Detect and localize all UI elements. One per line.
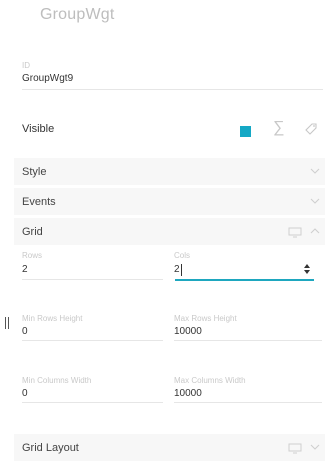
min-columns-width-label: Min Columns Width: [22, 376, 92, 385]
section-style-label: Style: [22, 166, 47, 178]
max-rows-height-underline: [174, 340, 322, 341]
monitor-icon[interactable]: [288, 443, 302, 454]
min-rows-height-label: Min Rows Height: [22, 314, 83, 323]
visible-label: Visible: [22, 123, 55, 135]
id-field-label: ID: [22, 61, 30, 70]
min-rows-height-field[interactable]: 0: [22, 326, 28, 337]
max-columns-width-underline: [174, 402, 322, 403]
property-panel: GroupWgt ID GroupWgt9 Visible ∑ Style Ev…: [14, 0, 325, 461]
rows-field[interactable]: 2: [22, 264, 28, 275]
section-grid-layout-label: Grid Layout: [22, 442, 79, 454]
section-grid-label: Grid: [22, 226, 43, 238]
max-rows-height-label: Max Rows Height: [174, 314, 237, 323]
cols-label: Cols: [174, 251, 191, 260]
visible-checkbox[interactable]: [240, 126, 251, 137]
section-events-label: Events: [22, 196, 56, 208]
min-rows-height-underline: [22, 340, 163, 341]
resize-handle-icon[interactable]: [5, 317, 9, 329]
cols-underline-active: [175, 279, 314, 281]
section-style[interactable]: Style: [14, 157, 325, 185]
chevron-up-icon[interactable]: [310, 227, 320, 235]
monitor-icon[interactable]: [288, 227, 302, 238]
sigma-icon[interactable]: ∑: [273, 120, 284, 136]
section-grid-layout[interactable]: Grid Layout: [14, 433, 325, 461]
section-grid[interactable]: Grid: [14, 217, 325, 245]
widget-title: GroupWgt: [40, 6, 115, 23]
rows-underline: [22, 279, 163, 280]
chevron-down-icon[interactable]: [310, 443, 320, 451]
max-columns-width-label: Max Columns Width: [174, 376, 246, 385]
tag-icon[interactable]: [304, 122, 318, 136]
number-spinner-icon[interactable]: [303, 263, 311, 275]
chevron-down-icon: [310, 168, 320, 174]
text-caret: [181, 264, 182, 276]
cols-field[interactable]: 2: [174, 264, 180, 275]
chevron-down-icon: [310, 198, 320, 204]
min-columns-width-field[interactable]: 0: [22, 388, 28, 399]
max-rows-height-field[interactable]: 10000: [174, 326, 202, 337]
id-field-underline: [22, 89, 323, 90]
section-events[interactable]: Events: [14, 187, 325, 215]
max-columns-width-field[interactable]: 10000: [174, 388, 202, 399]
id-field[interactable]: GroupWgt9: [22, 73, 73, 84]
rows-label: Rows: [22, 251, 43, 260]
min-columns-width-underline: [22, 402, 163, 403]
